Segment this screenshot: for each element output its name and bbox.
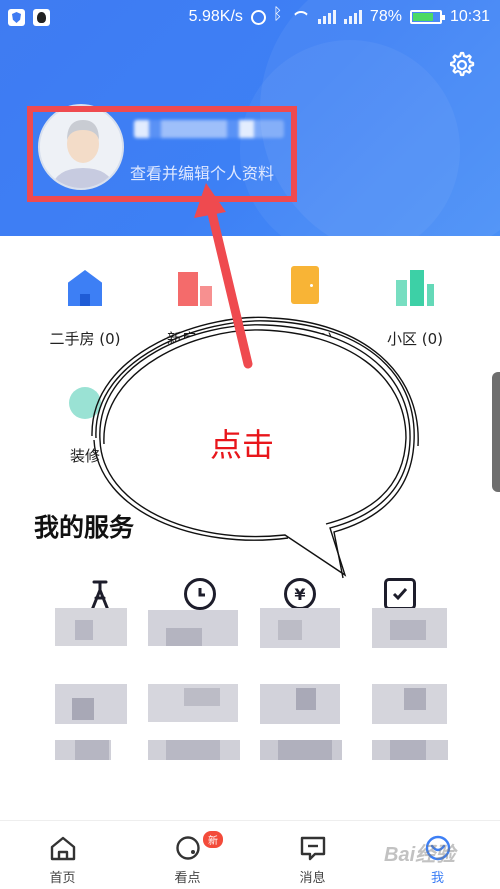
entry-label: 小区 (0) [386,330,444,348]
tab-home[interactable]: 首页 [0,821,125,889]
entry-second-hand[interactable]: 二手房 (0) [30,266,140,349]
home-icon [50,836,75,861]
signal-icon [343,10,362,24]
avatar-person-icon [40,106,122,188]
entry-label: 租房 (0) [276,330,334,348]
checkbox-icon [384,578,416,610]
tab-label: 我 [430,871,444,886]
house-icon [66,266,104,306]
tab-label: 消息 [299,871,326,886]
service-item[interactable] [150,578,250,612]
qq-app-icon [33,9,50,26]
network-speed: 5.98K/s [188,8,243,25]
signal-icon [317,10,336,24]
bluetooth-icon [273,6,284,25]
tab-label: 看点 [174,871,201,886]
status-bar: 5.98K/s 78% 10:31 [0,0,500,36]
service-item[interactable] [50,578,150,612]
lookpoint-icon [175,836,200,860]
edge-scroll-handle[interactable] [492,372,500,492]
user-name-blurred [134,120,284,138]
entry-community[interactable]: 小区 (0) [360,266,470,349]
edit-profile-link[interactable]: 查看并编辑个人资料 [130,160,274,184]
battery-percent: 78% [369,8,402,25]
gear-icon[interactable] [446,50,476,80]
service-item[interactable]: ¥ [250,578,350,612]
services-icon-row: ¥ [50,578,450,612]
entry-decoration[interactable]: 装修 [30,383,140,466]
tab-label: 首页 [49,871,76,886]
wifi-icon [291,10,310,24]
services-title: 我的服务 [34,513,135,542]
service-item[interactable] [350,578,450,612]
clock-icon [184,578,216,610]
yen-icon: ¥ [284,578,316,610]
door-icon [286,266,324,306]
lamp-icon [90,580,110,612]
tab-messages[interactable]: 消息 [250,821,375,889]
profile-header: 5.98K/s 78% 10:31 查看并编辑个人资料 [0,0,500,236]
clock-time: 10:31 [449,8,490,25]
battery-icon [409,10,445,24]
tab-lookpoint[interactable]: 新 看点 [125,821,250,889]
battery-fill [412,13,434,21]
watermark-text: Bai经验 [384,844,456,866]
entry-label: 新房 (0) [166,330,224,348]
alarm-icon [250,9,266,25]
entry-rent[interactable]: 租房 (0) [250,266,360,349]
new-badge: 新 [203,831,223,848]
entry-label: 二手房 (0) [49,330,121,348]
entry-label: 装修 [69,447,100,465]
community-icon [396,266,434,306]
message-icon [300,836,325,861]
profile-card[interactable]: 查看并编辑个人资料 [38,104,288,194]
decoration-icon [66,383,104,423]
new-house-icon [176,266,214,306]
annotation-text: 点击 [210,426,275,464]
entry-new-house[interactable]: 新房 (0) [140,266,250,349]
avatar[interactable] [38,104,124,190]
shield-app-icon [8,9,25,26]
